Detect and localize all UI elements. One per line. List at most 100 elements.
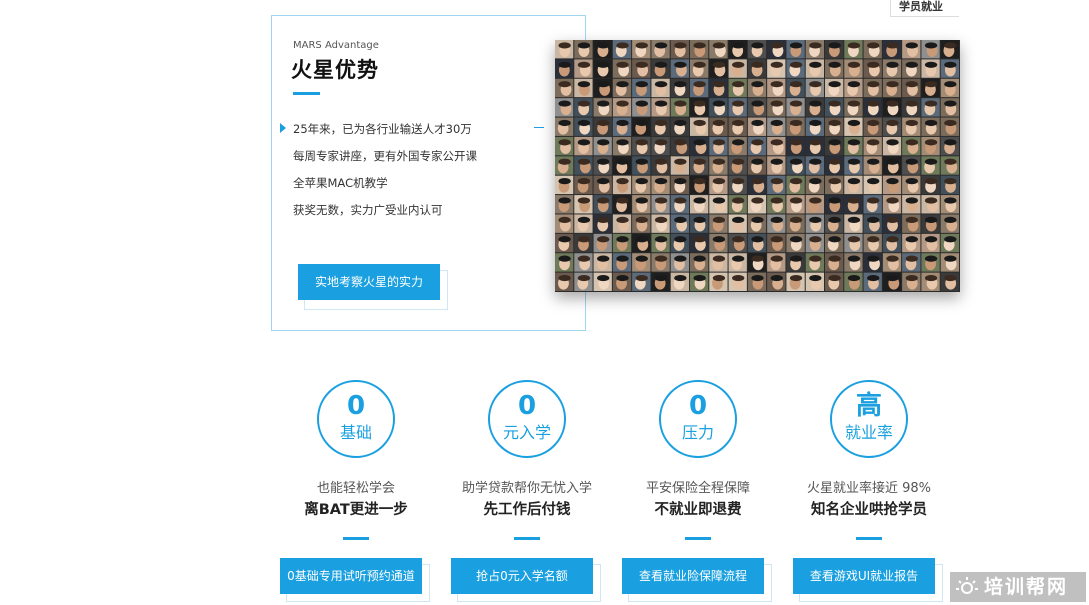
student-photo	[555, 214, 574, 233]
student-photo	[844, 78, 863, 98]
visit-campus-button[interactable]: 实地考察火星的实力	[298, 264, 440, 300]
student-photo	[940, 272, 959, 291]
student-photo	[940, 40, 959, 59]
student-photo	[825, 40, 844, 59]
student-photo	[805, 40, 824, 59]
student-photo	[921, 78, 940, 98]
student-photo	[555, 233, 574, 253]
feature-divider	[856, 537, 882, 540]
student-photo	[593, 253, 612, 272]
student-photo	[747, 40, 767, 59]
student-photo	[805, 136, 824, 156]
student-photo	[786, 98, 805, 117]
nav-item-employment[interactable]: 学员就业	[890, 0, 959, 17]
advantage-title: 火星优势	[291, 58, 379, 82]
student-photo	[651, 40, 670, 59]
student-photo	[612, 233, 632, 253]
feature-button-wrap: 查看就业险保障流程	[622, 558, 774, 602]
student-photo	[651, 253, 670, 272]
student-photo	[805, 156, 824, 175]
student-photo	[670, 175, 689, 195]
student-photo	[574, 214, 593, 233]
student-photo	[670, 214, 689, 233]
student-photo	[863, 214, 882, 233]
student-photo	[709, 117, 728, 136]
student-photo	[670, 253, 689, 272]
free-enrollment-button[interactable]: 抢占0元入学名额	[451, 558, 593, 594]
student-photo	[786, 253, 805, 272]
badge-value: 高	[855, 391, 882, 421]
student-photo	[690, 272, 709, 291]
advantage-point: 获奖无数，实力广受业内认可	[293, 203, 443, 217]
student-photo	[747, 156, 767, 175]
student-photo	[555, 272, 574, 291]
student-photo	[882, 253, 902, 272]
student-photo	[786, 195, 805, 214]
student-photo	[651, 59, 670, 78]
student-photo	[709, 59, 728, 78]
student-photo	[632, 78, 651, 98]
feature-subtitle: 火星就业率接近 98%	[806, 481, 932, 496]
student-photo	[747, 195, 767, 214]
feature-zero-tuition: 0 元入学 助学贷款帮你无忧入学 先工作后付钱 抢占0元入学名额	[442, 380, 612, 602]
student-photo	[612, 195, 632, 214]
student-photo	[574, 272, 593, 291]
student-photo	[747, 98, 767, 117]
student-photo	[863, 253, 882, 272]
badge-value: 0	[688, 391, 708, 421]
student-photo	[844, 40, 863, 59]
badge-label: 就业率	[844, 423, 893, 442]
student-photo	[786, 40, 805, 59]
student-photo	[651, 214, 670, 233]
student-photo	[921, 214, 940, 233]
student-photo	[651, 136, 670, 156]
trial-booking-button[interactable]: 0基础专用试听预约通道	[280, 558, 422, 594]
feature-badge: 0 基础	[317, 380, 395, 458]
student-photo	[593, 98, 612, 117]
student-photo	[882, 214, 902, 233]
student-photo	[747, 175, 767, 195]
student-photo	[690, 40, 709, 59]
student-photo	[690, 175, 709, 195]
student-photo	[632, 117, 651, 136]
student-photo	[882, 98, 902, 117]
student-photo	[728, 253, 747, 272]
student-photo	[612, 78, 632, 98]
student-photo	[882, 175, 902, 195]
student-photo	[825, 175, 844, 195]
student-photo	[632, 253, 651, 272]
insurance-process-button[interactable]: 查看就业险保障流程	[622, 558, 764, 594]
student-photo	[651, 117, 670, 136]
student-photo	[921, 195, 940, 214]
student-photo	[555, 136, 574, 156]
student-photo	[940, 253, 959, 272]
student-photo	[574, 175, 593, 195]
student-photo	[574, 136, 593, 156]
student-photo	[805, 175, 824, 195]
advantage-list: 25年来，已为各行业输送人才30万 每周专家讲座，更有外国专家公开课 全苹果MA…	[293, 119, 477, 227]
feature-button-wrap: 查看游戏UI就业报告	[793, 558, 945, 602]
student-photo	[825, 253, 844, 272]
student-photo	[593, 78, 612, 98]
student-photo	[747, 253, 767, 272]
feature-subtitle: 平安保险全程保障	[645, 481, 750, 496]
student-photo	[786, 136, 805, 156]
student-photo	[902, 156, 921, 175]
student-photo	[747, 136, 767, 156]
employment-report-button[interactable]: 查看游戏UI就业报告	[793, 558, 935, 594]
student-photo	[555, 40, 574, 59]
student-photo	[747, 78, 767, 98]
student-photo	[709, 233, 728, 253]
title-underline	[293, 92, 320, 95]
student-photo	[767, 214, 786, 233]
student-photo	[786, 233, 805, 253]
student-photo	[574, 253, 593, 272]
student-photo	[882, 233, 902, 253]
student-photo	[574, 40, 593, 59]
student-photo	[670, 272, 689, 291]
student-photo	[940, 195, 959, 214]
student-photo	[844, 98, 863, 117]
student-photo	[940, 59, 959, 78]
student-photo	[902, 233, 921, 253]
student-photo	[767, 40, 786, 59]
